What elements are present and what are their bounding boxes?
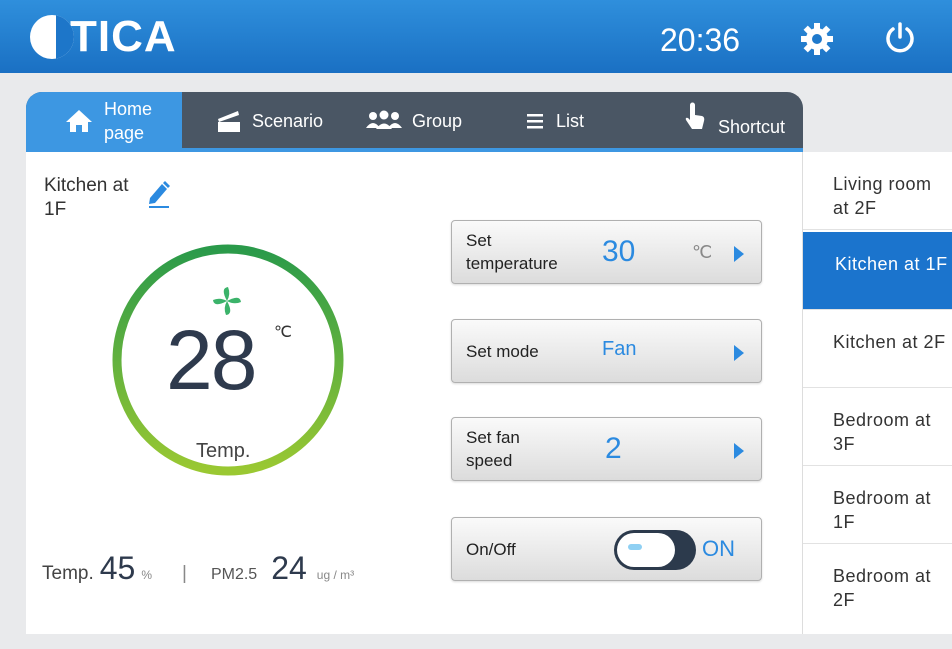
toggle-knob — [617, 533, 675, 567]
sidebar-item-label: Living room at 2F — [833, 174, 932, 218]
list-icon — [527, 114, 543, 129]
tab-scenario[interactable]: Scenario — [216, 92, 323, 150]
sidebar-item-kitchen-1f[interactable]: Kitchen at 1F — [803, 232, 952, 310]
room-sidebar: Living room at 2F Kitchen at 1F Kitchen … — [802, 152, 952, 634]
logo-mark-icon — [30, 15, 74, 59]
group-icon — [366, 110, 402, 129]
pm25-label: PM2.5 — [210, 566, 258, 583]
humidity-value: 45 — [99, 550, 136, 586]
edit-icon[interactable] — [146, 178, 172, 208]
control-label: On/Off — [466, 540, 516, 559]
stats-divider: | — [182, 563, 187, 584]
temperature-label: Temp. — [196, 440, 251, 462]
control-value: Fan — [602, 338, 637, 360]
sidebar-item-label: Kitchen at 1F — [835, 254, 948, 274]
sidebar-item-label: Bedroom at 1F — [833, 488, 932, 532]
tab-home-page[interactable]: Home page — [26, 92, 182, 150]
top-bar: TICA 20:36 — [0, 0, 952, 73]
humidity-label: Temp. — [42, 563, 94, 584]
clock: 20:36 — [660, 22, 741, 58]
home-icon — [66, 110, 92, 132]
power-toggle[interactable] — [614, 530, 696, 570]
tab-label: Group — [412, 111, 463, 131]
tab-label: Home page — [104, 99, 153, 143]
sidebar-item-label: Bedroom at 3F — [833, 410, 932, 454]
sidebar-item-living-room-2f[interactable]: Living room at 2F — [803, 152, 952, 230]
toggle-indicator — [628, 544, 642, 550]
tica-logo: TICA — [30, 12, 177, 62]
tab-label: List — [556, 111, 585, 131]
pm25-unit: ug / m³ — [316, 568, 355, 582]
chevron-right-icon — [734, 443, 744, 459]
tab-label: Shortcut — [718, 117, 786, 137]
current-temperature: 28 — [166, 313, 257, 407]
on-off-control: On/Off ON — [451, 517, 762, 581]
room-title: Kitchen at 1F — [44, 175, 129, 220]
sidebar-item-kitchen-2f[interactable]: Kitchen at 2F — [803, 310, 952, 388]
pm25-value: 24 — [271, 550, 307, 586]
control-label: Set fan speed — [466, 428, 520, 470]
sidebar-item-label: Bedroom at 2F — [833, 566, 932, 610]
sidebar-item-label: Kitchen at 2F — [833, 332, 946, 352]
shortcut-icon — [685, 102, 705, 129]
set-mode-button[interactable]: Set mode Fan — [451, 319, 762, 383]
gear-icon[interactable] — [800, 22, 834, 56]
tab-group[interactable]: Group — [366, 92, 462, 150]
control-label: Set temperature — [466, 231, 558, 273]
set-fan-speed-button[interactable]: Set fan speed 2 — [451, 417, 762, 481]
chevron-right-icon — [734, 345, 744, 361]
humidity-unit: % — [141, 568, 153, 582]
temperature-unit: ℃ — [274, 324, 292, 341]
set-temperature-button[interactable]: Set temperature 30 ℃ — [451, 220, 762, 284]
control-value: 30 — [602, 235, 636, 268]
scenario-icon — [218, 111, 240, 132]
tab-label: Scenario — [252, 111, 324, 131]
sidebar-item-bedroom-1f[interactable]: Bedroom at 1F — [803, 466, 952, 544]
control-value: 2 — [605, 432, 622, 465]
toggle-state: ON — [702, 536, 735, 561]
main-panel: Kitchen at 1F 28 ℃ Temp. Temp. 45 % | PM… — [26, 152, 802, 634]
sidebar-item-bedroom-3f[interactable]: Bedroom at 3F — [803, 388, 952, 466]
chevron-right-icon — [734, 246, 744, 262]
sidebar-item-bedroom-2f[interactable]: Bedroom at 2F — [803, 544, 952, 622]
tab-list[interactable]: List — [526, 92, 584, 150]
power-icon[interactable] — [882, 20, 918, 56]
control-label: Set mode — [466, 342, 539, 361]
brand-name: TICA — [70, 12, 177, 61]
tab-shortcut[interactable]: Shortcut — [682, 92, 785, 150]
control-unit: ℃ — [692, 242, 713, 262]
environment-stats: Temp. 45 % | PM2.5 24 ug / m³ — [42, 550, 354, 587]
tab-bar: Home page Scenario Group List Shortcut — [26, 92, 803, 150]
